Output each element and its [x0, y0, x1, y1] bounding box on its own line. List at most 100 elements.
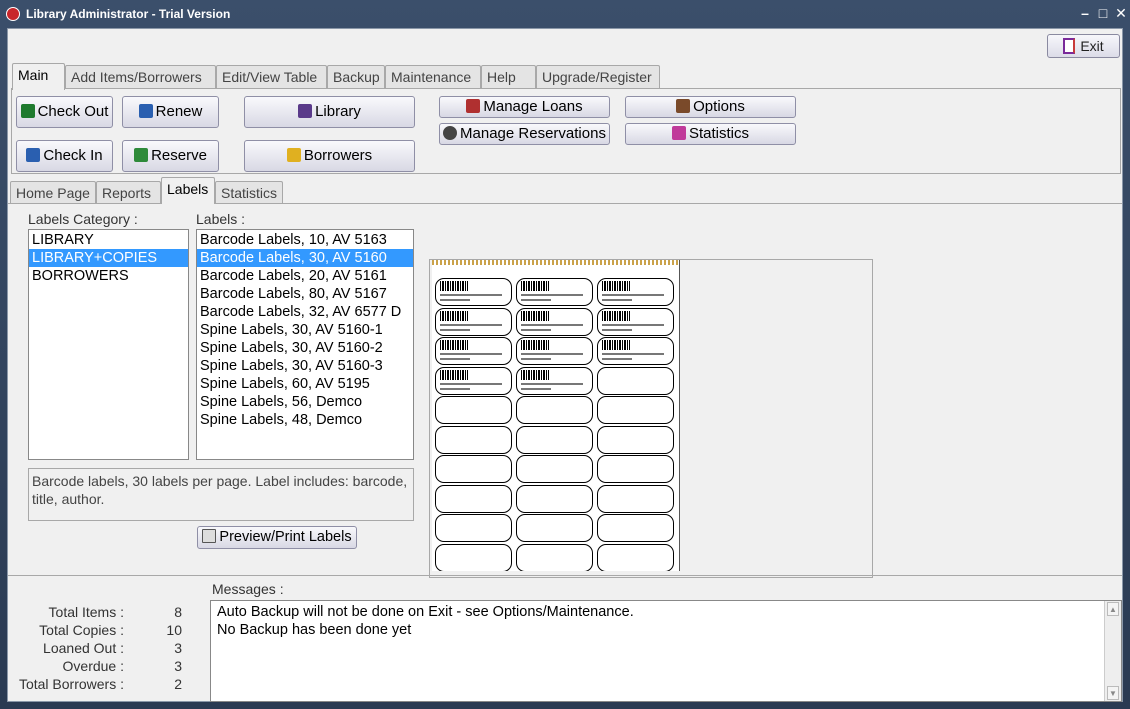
barcode-mark [521, 310, 549, 321]
label-text-mark [521, 323, 583, 326]
tab-statistics[interactable]: Statistics [215, 181, 283, 205]
category-item[interactable]: BORROWERS [29, 267, 188, 285]
label-cell [435, 307, 512, 336]
barcode-mark [602, 281, 630, 291]
label-text-mark [440, 387, 470, 390]
manage-reservations-button[interactable]: Manage Reservations [439, 123, 610, 145]
borrowers-button[interactable]: Borrowers [244, 140, 415, 172]
manage-loans-icon [466, 99, 481, 113]
label-cell [516, 484, 593, 513]
label-text-mark [602, 299, 632, 301]
category-item-selected[interactable]: LIBRARY+COPIES [29, 249, 188, 267]
label-cell [597, 484, 674, 513]
label-item[interactable]: Spine Labels, 48, Demco [197, 411, 413, 429]
library-button[interactable]: Library [244, 96, 415, 128]
tab-backup[interactable]: Backup [327, 65, 385, 89]
label-cell [597, 396, 674, 424]
stat-key: Total Borrowers : [18, 676, 124, 692]
labels-panel: Labels Category : LIBRARY LIBRARY+COPIES… [8, 203, 1122, 578]
stat-row: Total Borrowers : 2 [8, 676, 208, 694]
maximize-icon[interactable]: □ [1094, 4, 1112, 22]
tab-reports[interactable]: Reports [96, 181, 161, 205]
label-cell [435, 337, 512, 365]
label-item[interactable]: Barcode Labels, 10, AV 5163 [197, 231, 413, 249]
check-out-button[interactable]: Check Out [16, 96, 113, 128]
label-item[interactable]: Spine Labels, 30, AV 5160-1 [197, 321, 413, 339]
renew-button[interactable]: Renew [122, 96, 219, 128]
labels-listbox[interactable]: Barcode Labels, 10, AV 5163 Barcode Labe… [196, 229, 414, 460]
tab-home-page[interactable]: Home Page [10, 181, 96, 205]
close-icon[interactable]: ✕ [1112, 4, 1130, 22]
message-line: Auto Backup will not be done on Exit - s… [217, 604, 634, 620]
label-sheet-preview [429, 259, 873, 578]
tab-labels[interactable]: Labels [161, 177, 215, 204]
tab-help[interactable]: Help [481, 65, 536, 89]
barcode-mark [602, 310, 630, 321]
label-item[interactable]: Spine Labels, 56, Demco [197, 393, 413, 411]
label-cell [516, 307, 593, 336]
check-in-label: Check In [43, 147, 103, 164]
label-text-mark [521, 294, 583, 296]
tab-maintenance[interactable]: Maintenance [385, 65, 481, 89]
category-item[interactable]: LIBRARY [29, 231, 188, 249]
label-cell [435, 366, 512, 395]
borrowers-label: Borrowers [303, 147, 373, 164]
label-cell [597, 543, 674, 571]
manage-loans-label: Manage Loans [483, 98, 583, 115]
label-item[interactable]: Barcode Labels, 32, AV 6577 D [197, 303, 413, 321]
messages-scrollbar[interactable]: ▲ ▼ [1104, 601, 1121, 701]
tab-upgrade-register[interactable]: Upgrade/Register [536, 65, 660, 89]
label-cell [516, 455, 593, 483]
label-cell [435, 396, 512, 424]
tools-icon [676, 99, 691, 113]
check-in-button[interactable]: Check In [16, 140, 113, 172]
label-text-mark [602, 353, 664, 355]
reserve-button[interactable]: Reserve [122, 140, 219, 172]
preview-print-labels-button[interactable]: Preview/Print Labels [197, 526, 357, 549]
barcode-mark [440, 310, 468, 321]
scroll-down-icon[interactable]: ▼ [1107, 686, 1119, 700]
exit-label: Exit [1080, 38, 1104, 54]
tab-edit-view-table[interactable]: Edit/View Table [216, 65, 327, 89]
window-title: Library Administrator - Trial Version [26, 7, 231, 21]
messages-box[interactable]: Auto Backup will not be done on Exit - s… [210, 600, 1122, 702]
label-item[interactable]: Barcode Labels, 80, AV 5167 [197, 285, 413, 303]
label-item[interactable]: Spine Labels, 60, AV 5195 [197, 375, 413, 393]
label-item-selected[interactable]: Barcode Labels, 30, AV 5160 [197, 249, 413, 267]
reserve-icon [134, 148, 149, 162]
label-item[interactable]: Spine Labels, 30, AV 5160-3 [197, 357, 413, 375]
label-item[interactable]: Barcode Labels, 20, AV 5161 [197, 267, 413, 285]
label-cell [597, 455, 674, 483]
app-window: Library Administrator - Trial Version – … [0, 0, 1130, 709]
stat-row: Overdue : 3 [8, 658, 208, 676]
stat-value: 2 [174, 676, 182, 692]
label-text-mark [440, 294, 502, 296]
status-area: Total Items : 8 Total Copies : 10 Loaned O… [8, 575, 1122, 702]
label-text-mark [440, 382, 502, 385]
category-listbox[interactable]: LIBRARY LIBRARY+COPIES BORROWERS [28, 229, 189, 460]
tab-main[interactable]: Main [12, 63, 65, 90]
label-cell [597, 366, 674, 395]
label-cell [516, 366, 593, 395]
scroll-up-icon[interactable]: ▲ [1107, 602, 1119, 616]
label-cell [516, 337, 593, 365]
stat-value: 10 [166, 622, 182, 638]
statistics-button[interactable]: Statistics [625, 123, 796, 145]
label-text-mark [440, 328, 470, 331]
exit-button[interactable]: Exit [1047, 34, 1120, 58]
library-label: Library [315, 103, 361, 120]
books-icon [298, 104, 313, 118]
label-text-mark [440, 299, 470, 301]
manage-loans-button[interactable]: Manage Loans [439, 96, 610, 118]
label-text-mark [521, 358, 551, 360]
label-text-mark [521, 353, 583, 355]
stopwatch-icon [443, 126, 458, 140]
barcode-mark [521, 340, 549, 350]
label-item[interactable]: Spine Labels, 30, AV 5160-2 [197, 339, 413, 357]
app-logo-icon[interactable] [6, 7, 20, 21]
tab-add-items-borrowers[interactable]: Add Items/Borrowers [65, 65, 216, 89]
minimize-icon[interactable]: – [1076, 4, 1094, 22]
options-button[interactable]: Options [625, 96, 796, 118]
label-text-mark [521, 299, 551, 301]
label-text-mark [440, 358, 470, 360]
